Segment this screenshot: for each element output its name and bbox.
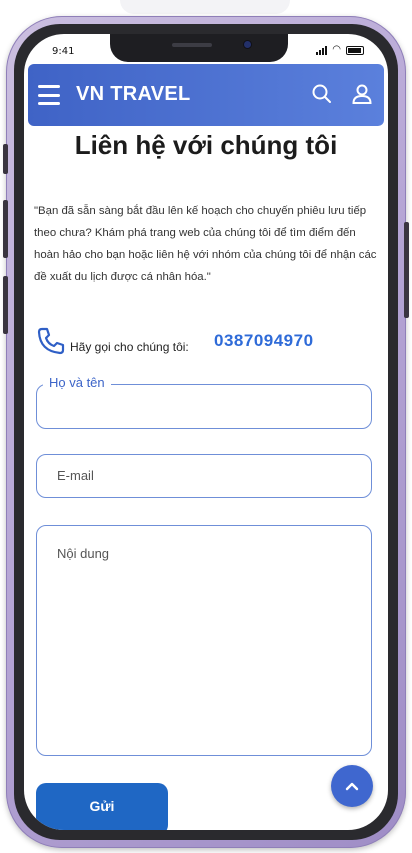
page-title: Liên hệ với chúng tôi: [74, 130, 338, 160]
call-row: Hãy gọi cho chúng tôi: 0387094970: [36, 326, 376, 360]
full-name-field[interactable]: Họ và tên: [36, 375, 372, 429]
scroll-to-top-button[interactable]: [331, 765, 373, 807]
side-button-power: [404, 222, 409, 318]
notch: [110, 34, 288, 62]
side-button-mute: [3, 144, 8, 174]
status-time: 9:41: [52, 46, 75, 57]
search-icon[interactable]: [310, 82, 334, 106]
signal-icon: [316, 46, 328, 55]
call-label: Hãy gọi cho chúng tôi:: [70, 340, 189, 354]
app-header: VN TRAVEL: [28, 64, 384, 126]
top-shadow: [120, 0, 290, 14]
message-placeholder: Nội dung: [57, 546, 110, 561]
message-textarea[interactable]: Nội dung: [36, 525, 372, 756]
hamburger-menu-icon[interactable]: [38, 85, 60, 105]
brand-title[interactable]: VN TRAVEL: [76, 83, 191, 106]
submit-button[interactable]: Gửi: [36, 783, 168, 830]
user-icon[interactable]: [350, 82, 374, 106]
call-number-link[interactable]: 0387094970: [214, 331, 314, 351]
side-button-volume-down: [3, 276, 8, 334]
email-field[interactable]: E-mail: [36, 454, 372, 498]
speaker: [172, 43, 212, 47]
phone-screen: 9:41 ◠ VN TRAVEL Liên hệ với chúng tôi "…: [24, 34, 388, 830]
status-bar: 9:41 ◠: [24, 34, 388, 64]
status-icons: ◠: [316, 45, 364, 55]
full-name-label: Họ và tên: [43, 375, 111, 390]
email-placeholder: E-mail: [57, 468, 94, 483]
intro-text: "Bạn đã sẵn sàng bắt đầu lên kế hoạch ch…: [34, 205, 377, 283]
battery-icon: [346, 46, 364, 55]
chevron-up-icon: [345, 782, 359, 791]
phone-icon: [37, 327, 65, 355]
wifi-icon: ◠: [332, 44, 341, 55]
side-button-volume-up: [3, 200, 8, 258]
front-camera: [244, 41, 251, 48]
